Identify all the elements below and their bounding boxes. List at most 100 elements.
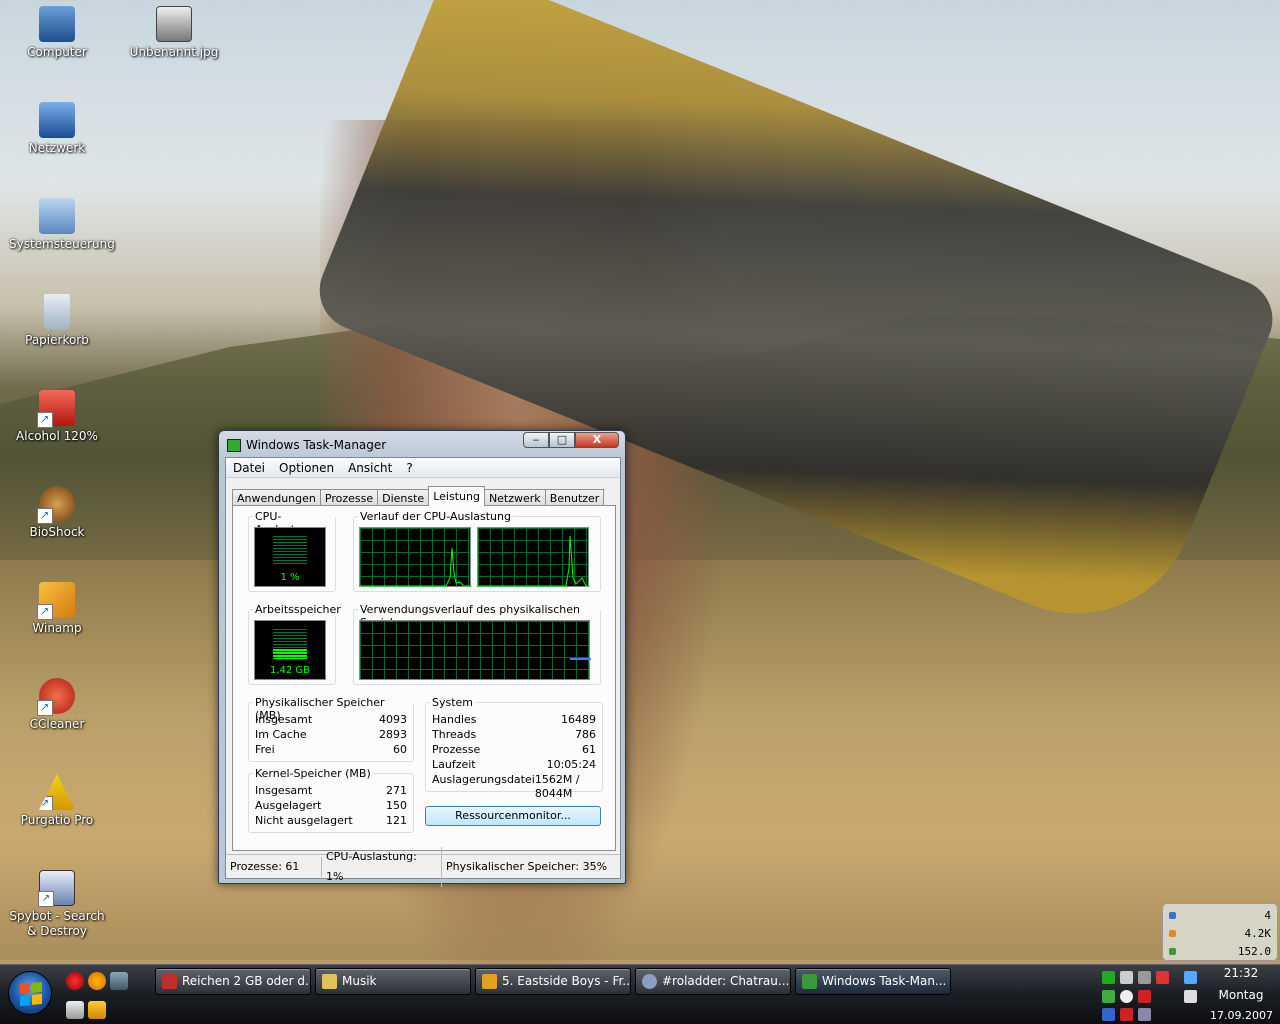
tab-strip: Anwendungen Prozesse Dienste Leistung Ne…	[232, 486, 605, 506]
network-tray-icon[interactable]	[1184, 971, 1197, 984]
status-processes: Prozesse: 61	[226, 856, 322, 877]
desktop-icon-label: Unbenannt.jpg	[129, 45, 219, 59]
tray-icon[interactable]	[1102, 1008, 1115, 1021]
task-label: Windows Task-Man...	[822, 974, 947, 988]
desktop-icon-alcohol[interactable]: Alcohol 120%	[9, 390, 105, 444]
resource-monitor-button[interactable]: Ressourcenmonitor...	[425, 806, 601, 826]
stat-row: Auslagerungsdatei 1562M / 8044M	[432, 773, 596, 801]
memory-label: Arbeitsspeicher	[253, 603, 343, 616]
menu-help[interactable]: ?	[399, 461, 419, 475]
gadget-dot	[1169, 948, 1176, 955]
desktop-icon-ccleaner[interactable]: CCleaner	[9, 678, 105, 732]
desktop-icon-label: Alcohol 120%	[16, 429, 98, 443]
tab-dienste[interactable]: Dienste	[377, 489, 430, 506]
window-body: Datei Optionen Ansicht ? Anwendungen Pro…	[225, 457, 621, 887]
memory-group: Arbeitsspeicher 1,42 GB	[248, 603, 343, 685]
task-button[interactable]: Reichen 2 GB oder d...	[155, 968, 311, 995]
desktop-icon-label: CCleaner	[29, 717, 85, 731]
taskmanager-icon	[227, 438, 241, 452]
desktop-icon-unbenannt[interactable]: Unbenannt.jpg	[126, 6, 222, 60]
task-manager-window[interactable]: Windows Task-Manager ‒ □ X Datei Optione…	[218, 430, 626, 887]
ccleaner-icon	[37, 678, 75, 716]
task-button[interactable]: #roladder: Chatrau...	[635, 968, 791, 995]
tray-icon[interactable]	[1120, 1008, 1133, 1021]
stat-row: Im Cache 2893	[255, 728, 407, 742]
status-bar: Prozesse: 61 CPU-Auslastung: 1% Physikal…	[226, 846, 620, 887]
image-file-icon	[156, 6, 192, 42]
window-title: Windows Task-Manager	[246, 438, 387, 452]
system-group: System Handles 16489 Threads 786 Prozesse 6…	[425, 696, 603, 800]
desktop-icon-purgatio[interactable]: Purgatio Pro	[9, 774, 105, 828]
desktop-icon-spybot[interactable]: Spybot - Search & Destroy	[9, 870, 105, 939]
stat-value: 61	[582, 743, 596, 756]
recycle-bin-icon	[44, 294, 70, 330]
desktop-icon-label: Purgatio Pro	[20, 813, 94, 827]
desktop-icon-winamp[interactable]: Winamp	[9, 582, 105, 636]
desktop-show-icon[interactable]	[66, 1001, 84, 1019]
memory-history-graph	[359, 620, 591, 680]
stat-row: Prozesse 61	[432, 743, 596, 757]
stat-key: Prozesse	[432, 743, 481, 756]
opera-icon[interactable]	[66, 972, 84, 990]
tab-prozesse[interactable]: Prozesse	[319, 489, 379, 506]
clock-time[interactable]: 21:32	[1210, 966, 1272, 980]
tab-anwendungen[interactable]: Anwendungen	[232, 489, 321, 506]
desktop-icon-label: Netzwerk	[28, 141, 86, 155]
stat-key: Threads	[432, 728, 477, 741]
stat-row: Nicht ausgelagert 121	[255, 814, 407, 828]
cpu-history-graph-core1	[359, 527, 472, 587]
task-button[interactable]: 5. Eastside Boys - Fr...	[475, 968, 631, 995]
taskbar: Reichen 2 GB oder d... Musik 5. Eastside…	[0, 964, 1280, 1024]
winamp-icon	[37, 582, 75, 620]
purgatio-icon	[39, 774, 75, 810]
desktop-icon-bioshock[interactable]: BioShock	[9, 486, 105, 540]
stat-key: Handles	[432, 713, 477, 726]
tray-icon[interactable]	[1102, 971, 1115, 984]
menu-optionen[interactable]: Optionen	[272, 461, 341, 475]
spybot-icon	[38, 870, 75, 907]
stat-value: 60	[393, 743, 407, 756]
maximize-button[interactable]: □	[549, 432, 575, 448]
title-bar[interactable]: Windows Task-Manager	[227, 436, 386, 454]
menu-datei[interactable]: Datei	[226, 461, 272, 475]
folder-icon	[322, 974, 337, 989]
desktop-icon-control-panel[interactable]: Systemsteuerung	[9, 198, 115, 252]
close-button[interactable]: X	[575, 432, 619, 448]
tray-icon[interactable]	[1120, 990, 1133, 1003]
tab-benutzer[interactable]: Benutzer	[544, 489, 605, 506]
stat-value: 10:05:24	[546, 758, 596, 771]
menu-ansicht[interactable]: Ansicht	[341, 461, 399, 475]
firefox-icon[interactable]	[88, 972, 106, 990]
task-button[interactable]: Musik	[315, 968, 471, 995]
stat-row: Insgesamt 271	[255, 784, 407, 798]
cpu-history-label: Verlauf der CPU-Auslastung	[358, 510, 513, 523]
tray-icon[interactable]	[1138, 971, 1151, 984]
tray-icon[interactable]	[1138, 990, 1151, 1003]
volume-icon[interactable]	[1184, 990, 1197, 1003]
task-button[interactable]: Windows Task-Man...	[795, 968, 951, 995]
kernel-memory-group: Kernel-Speicher (MB) Insgesamt 271 Ausgel…	[248, 767, 414, 833]
tray-icon[interactable]	[1102, 990, 1115, 1003]
stat-value: 16489	[561, 713, 596, 726]
tray-icon[interactable]	[1156, 971, 1169, 984]
cpu-history-graph-core2	[477, 527, 590, 587]
media-icon[interactable]	[110, 972, 128, 990]
desktop-icon-recycle-bin[interactable]: Papierkorb	[9, 294, 105, 348]
start-button[interactable]	[8, 971, 52, 1015]
stat-key: Nicht ausgelagert	[255, 814, 353, 827]
tab-netzwerk[interactable]: Netzwerk	[483, 489, 546, 506]
gadget-value: 4	[1264, 909, 1271, 922]
desktop-icon-network[interactable]: Netzwerk	[9, 102, 105, 156]
tab-leistung[interactable]: Leistung	[428, 486, 485, 506]
flip-icon[interactable]	[88, 1001, 106, 1019]
minimize-button[interactable]: ‒	[523, 432, 549, 448]
tray-icon[interactable]	[1120, 971, 1133, 984]
desktop-icon-computer[interactable]: Computer	[9, 6, 105, 60]
stat-row: Frei 60	[255, 743, 407, 757]
sidebar-meter-gadget[interactable]: 4 4.2K 152.0	[1162, 903, 1278, 961]
clock-date[interactable]: 17.09.2007	[1210, 1009, 1273, 1022]
tray-icon[interactable]	[1138, 1008, 1151, 1021]
clock-day[interactable]: Montag	[1210, 988, 1272, 1002]
stat-key: Im Cache	[255, 728, 307, 741]
stat-row: Laufzeit 10:05:24	[432, 758, 596, 772]
